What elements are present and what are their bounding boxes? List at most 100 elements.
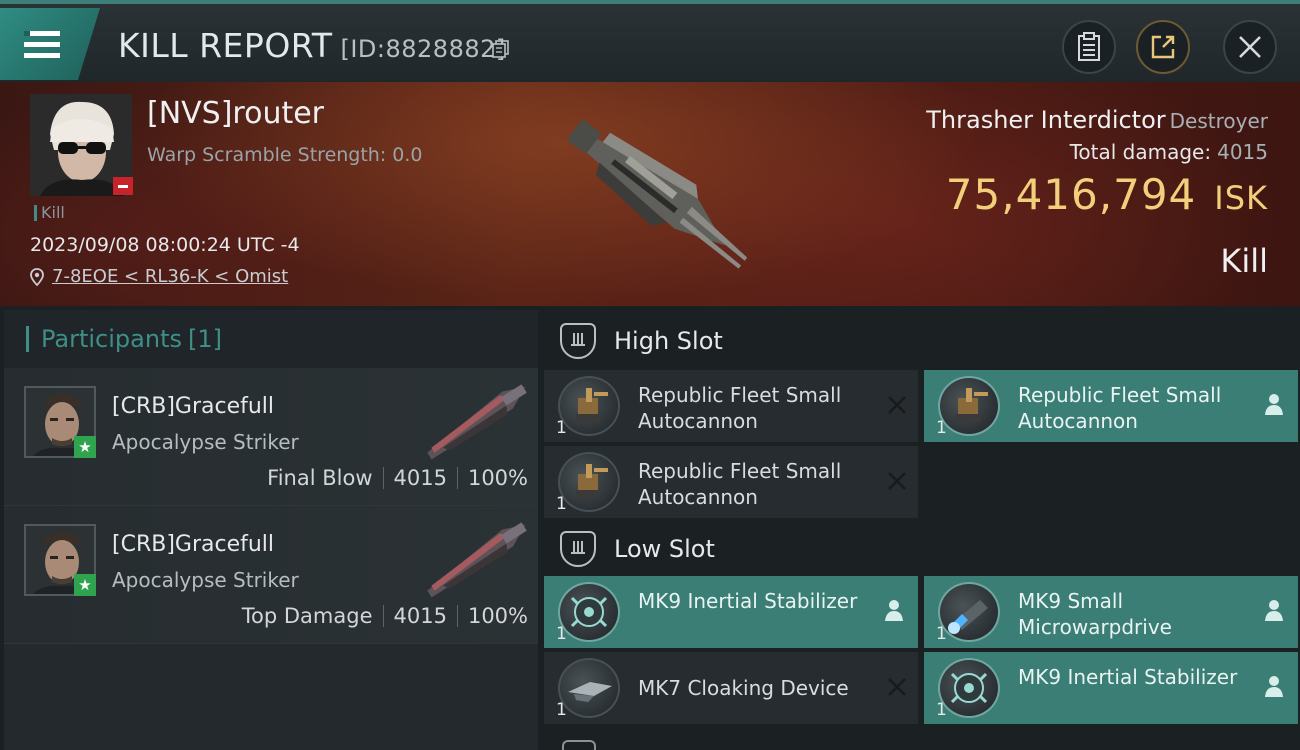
participant-name[interactable]: [CRB]Gracefull — [112, 532, 274, 557]
participants-header: Participants [1] — [4, 310, 538, 368]
participants-label: Participants — [41, 325, 182, 353]
victim-name[interactable]: [NVS]router — [147, 96, 324, 131]
participant-stats: Top Damage 4015 100% — [242, 604, 528, 628]
page-title-text: KILL REPORT — [118, 26, 333, 65]
participant-row[interactable]: ★ [CRB]Gracefull Apocalypse Striker Fina… — [4, 368, 538, 506]
item-quantity: 1 — [936, 418, 947, 438]
fitting-item[interactable]: 1 MK9 Small Microwarpdrive — [924, 576, 1298, 648]
isk-amount: 75,416,794 — [945, 170, 1197, 219]
item-name: Republic Fleet Small Autocannon — [1018, 383, 1222, 433]
item-quantity: 1 — [936, 700, 947, 720]
participant-damage: 4015 — [393, 466, 447, 490]
inertial-stabilizer-icon — [558, 582, 620, 642]
report-id: [ID:8828882] — [340, 35, 506, 63]
divider — [456, 467, 458, 489]
participant-row[interactable]: ★ [CRB]Gracefull Apocalypse Striker Top … — [4, 506, 538, 644]
person-icon — [1265, 394, 1283, 415]
destroyed-icon — [888, 396, 906, 414]
menu-button[interactable] — [0, 8, 100, 80]
person-icon — [1265, 676, 1283, 697]
inertial-stabilizer-icon — [938, 658, 1000, 718]
fitting-item[interactable]: 1 MK9 Inertial Stabilizer — [924, 652, 1298, 724]
autocannon-icon — [558, 376, 620, 436]
victim-panel: [NVS]router Warp Scramble Strength: 0.0 … — [0, 82, 1300, 306]
person-icon — [885, 600, 903, 621]
participant-ship: Apocalypse Striker — [112, 568, 299, 592]
high-slot-header: High Slot — [544, 312, 1300, 370]
low-slot-label: Low Slot — [614, 535, 715, 563]
ship-class: Destroyer — [1169, 109, 1268, 133]
location-pin-icon — [30, 267, 44, 286]
divider — [456, 605, 458, 627]
item-quantity: 1 — [936, 624, 947, 644]
clipboard-button[interactable] — [1062, 20, 1116, 74]
star-icon: ★ — [74, 574, 96, 596]
kill-tag: Kill — [34, 205, 65, 221]
ship-name: Thrasher Interdictor — [926, 106, 1166, 134]
item-name: MK9 Inertial Stabilizer — [1018, 665, 1238, 689]
destroyed-icon — [888, 678, 906, 696]
participants-count: [1] — [187, 325, 222, 353]
location-link[interactable]: 7-8EOE < RL36-K < Omist — [30, 266, 288, 287]
divider — [382, 467, 384, 489]
fitting-item[interactable]: 1 Republic Fleet Small Autocannon — [544, 370, 918, 442]
participant-name[interactable]: [CRB]Gracefull — [112, 394, 274, 419]
share-button[interactable] — [1136, 20, 1190, 74]
top-bar: KILL REPORT [ID:8828882] — [0, 0, 1300, 82]
high-slot-label: High Slot — [614, 327, 723, 355]
hostile-badge — [113, 177, 133, 195]
close-icon — [1239, 36, 1261, 58]
slot-icon-partial — [562, 740, 596, 750]
divider — [382, 605, 384, 627]
fitting-item[interactable]: 1 MK9 Inertial Stabilizer — [544, 576, 918, 648]
header-accent-bar — [26, 326, 29, 352]
participant-role: Final Blow — [267, 466, 373, 490]
participant-percent: 100% — [467, 466, 528, 490]
next-slot-header-partial — [544, 736, 1300, 750]
page-title: KILL REPORT [ID:8828882] — [118, 26, 506, 65]
isk-value: 75,416,794 ISK — [946, 170, 1268, 219]
person-icon — [1265, 600, 1283, 621]
autocannon-icon — [938, 376, 1000, 436]
item-quantity: 1 — [556, 624, 567, 644]
kill-type: Kill — [1220, 242, 1268, 280]
total-damage-value: 4015 — [1217, 140, 1268, 164]
microwarpdrive-icon — [938, 582, 1000, 642]
isk-unit: ISK — [1214, 179, 1268, 217]
warp-scramble-strength: Warp Scramble Strength: 0.0 — [147, 144, 423, 166]
victim-ship-image — [566, 118, 748, 269]
copy-icon[interactable] — [492, 40, 510, 58]
item-name: Republic Fleet Small Autocannon — [638, 459, 842, 509]
total-damage: Total damage: 4015 — [1070, 140, 1268, 164]
item-name: Republic Fleet Small Autocannon — [638, 383, 842, 433]
participant-role: Top Damage — [241, 604, 373, 628]
item-quantity: 1 — [556, 700, 567, 720]
cloaking-device-icon — [558, 658, 620, 718]
victim-ship[interactable]: Thrasher Interdictor Destroyer — [926, 106, 1268, 134]
star-icon: ★ — [74, 436, 96, 458]
participant-stats: Final Blow 4015 100% — [267, 466, 528, 490]
destroyed-icon — [888, 472, 906, 490]
location-text[interactable]: 7-8EOE < RL36-K < Omist — [52, 266, 288, 287]
hamburger-icon — [24, 31, 60, 58]
low-slot-icon — [560, 531, 596, 567]
participants-panel: Participants [1] ★ [CRB]Gracefull Apocal… — [4, 310, 538, 750]
fitting-item[interactable]: 1 MK7 Cloaking Device — [544, 652, 918, 724]
participant-ship-image — [427, 522, 527, 598]
high-slot-icon — [560, 323, 596, 359]
fitting-item[interactable]: 1 Republic Fleet Small Autocannon — [924, 370, 1298, 442]
kill-datetime: 2023/09/08 08:00:24 UTC -4 — [30, 234, 300, 256]
item-quantity: 1 — [556, 494, 567, 514]
close-button[interactable] — [1223, 20, 1277, 74]
total-damage-label: Total damage: — [1069, 140, 1212, 164]
participant-damage: 4015 — [393, 604, 447, 628]
low-slot-header: Low Slot — [544, 520, 1300, 578]
fitting-panel: High Slot 1 Republic Fleet Small Autocan… — [544, 310, 1300, 750]
participant-ship: Apocalypse Striker — [112, 430, 299, 454]
item-name: MK9 Small Microwarpdrive — [1018, 589, 1172, 639]
participant-ship-image — [427, 384, 527, 460]
item-name: MK9 Inertial Stabilizer — [638, 589, 858, 613]
fitting-item[interactable]: 1 Republic Fleet Small Autocannon — [544, 446, 918, 518]
item-name: MK7 Cloaking Device — [638, 676, 849, 700]
participant-percent: 100% — [467, 604, 528, 628]
